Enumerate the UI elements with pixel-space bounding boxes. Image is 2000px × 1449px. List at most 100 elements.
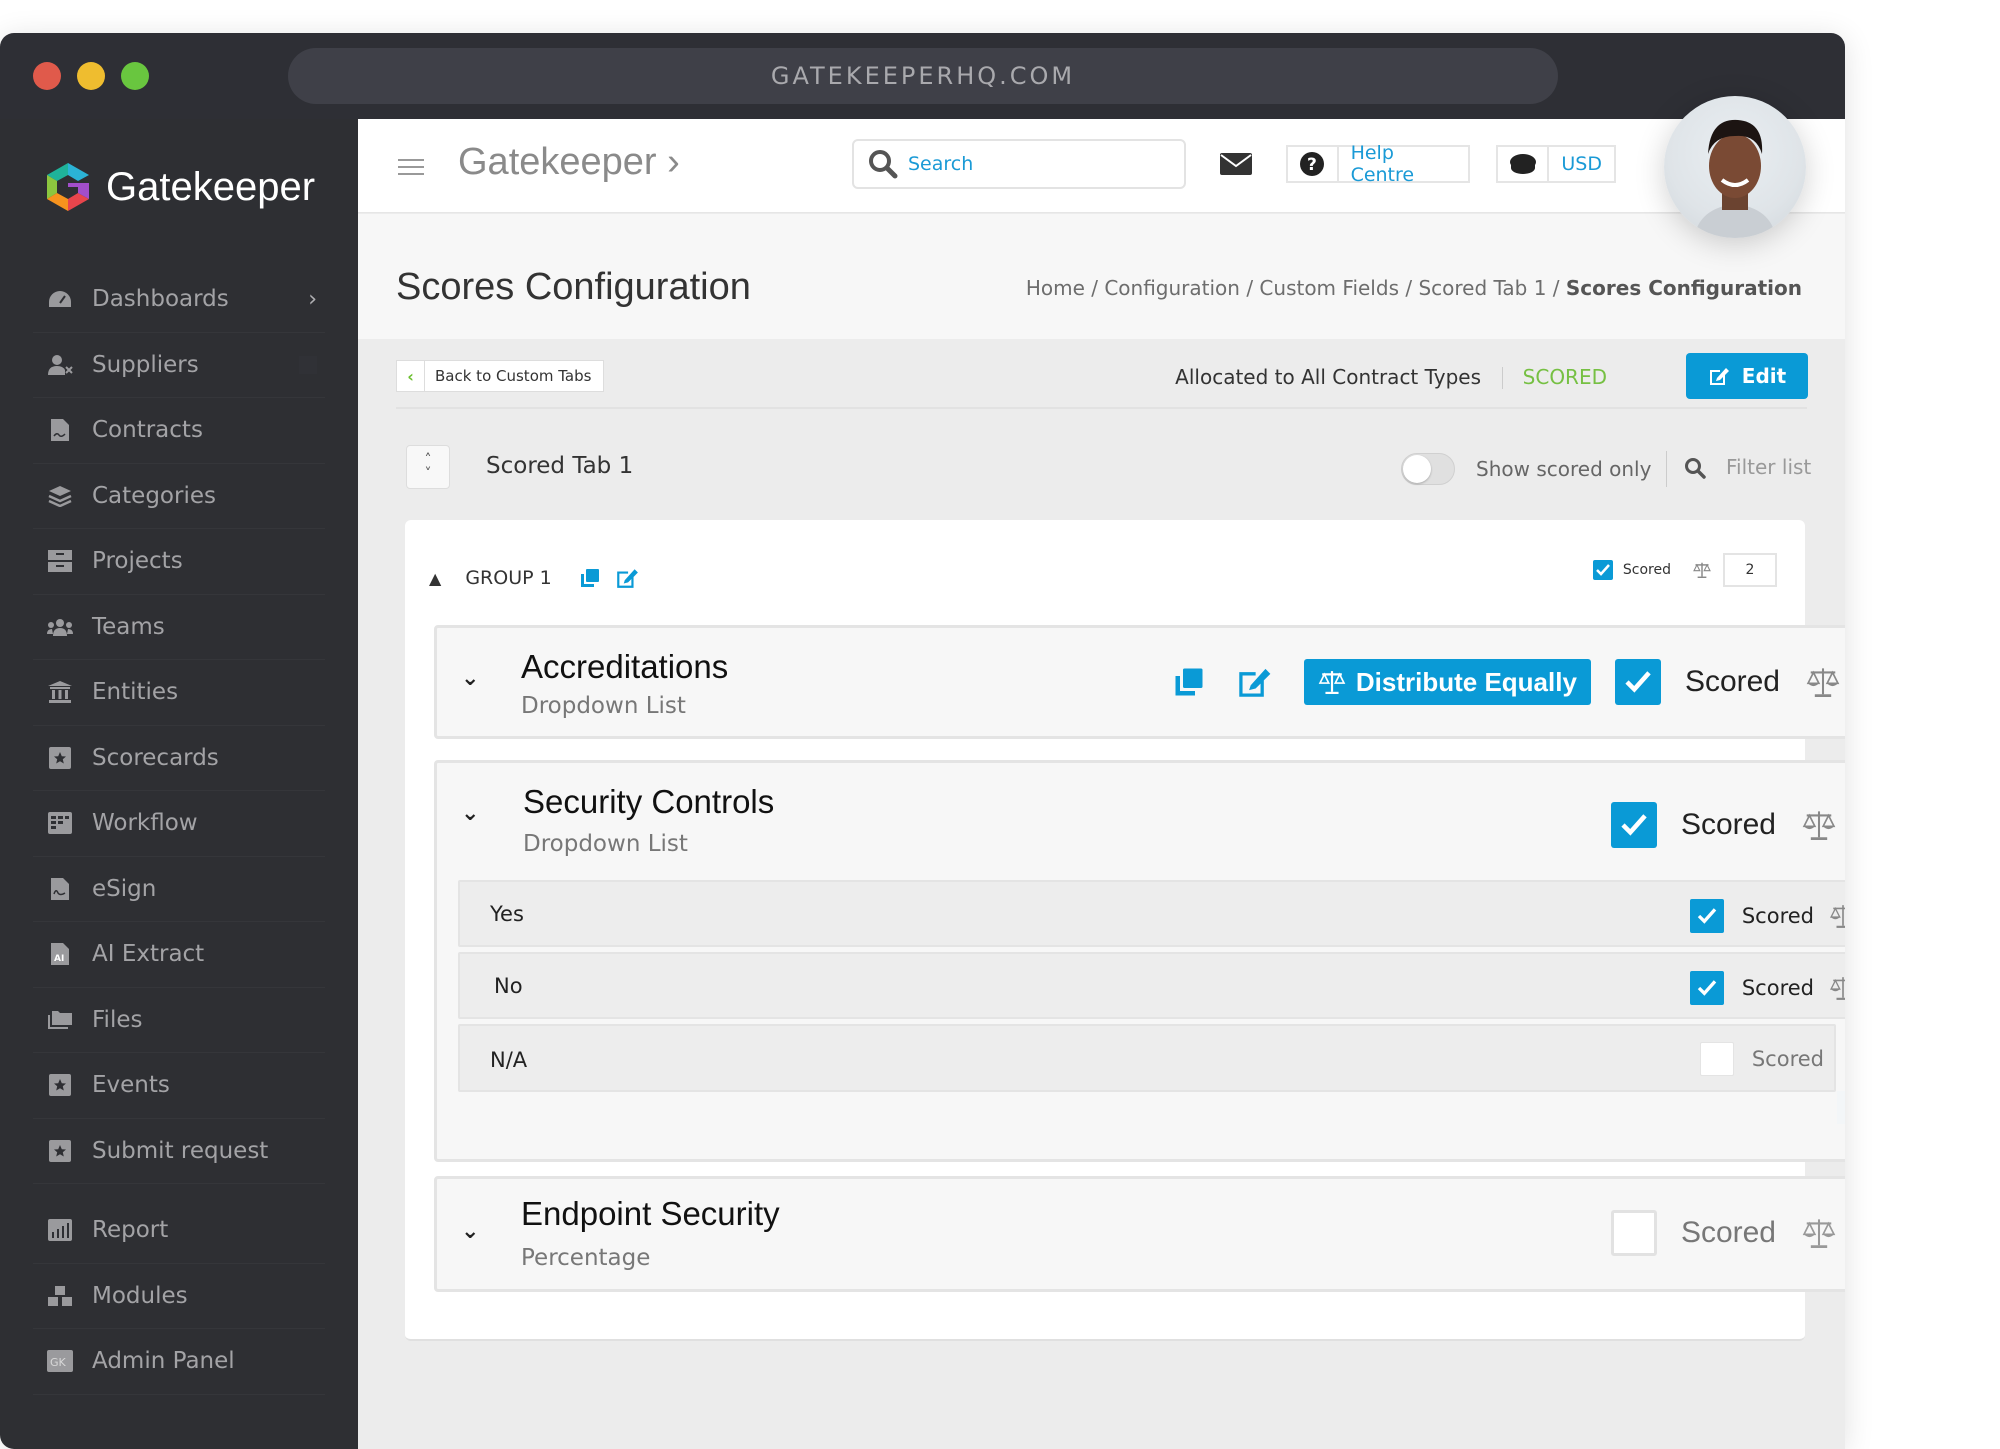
- divider: [1666, 451, 1667, 487]
- status-badge: SCORED: [1522, 365, 1607, 389]
- field-scoring: Scored: [1610, 1199, 1845, 1267]
- group-header: ▲ GROUP 1: [429, 558, 640, 598]
- checkmark-icon: [1697, 980, 1717, 996]
- option-scored-checkbox[interactable]: [1699, 1042, 1734, 1076]
- sidebar-item-dashboards[interactable]: Dashboards ›: [33, 267, 325, 333]
- avatar-photo: [1694, 119, 1776, 238]
- field-card-security-controls: ⌄ Security Controls Dropdown List Scored…: [434, 760, 1845, 1162]
- checkmark-icon: [1596, 564, 1610, 576]
- sidebar-item-label: Report: [92, 1217, 169, 1244]
- sidebar-item-projects[interactable]: Projects: [33, 529, 325, 595]
- star-square-icon: [46, 1138, 74, 1164]
- currency-button[interactable]: USD: [1496, 145, 1616, 183]
- sidebar-item-report[interactable]: Report: [33, 1198, 325, 1264]
- supplier-icon: [46, 352, 74, 378]
- breadcrumb-home[interactable]: Home: [1026, 276, 1085, 300]
- sidebar-item-label: Teams: [92, 613, 165, 640]
- sidebar-item-modules[interactable]: Modules: [33, 1264, 325, 1329]
- breadcrumb-configuration[interactable]: Configuration: [1104, 276, 1240, 300]
- mail-icon[interactable]: [1220, 153, 1252, 175]
- sidebar-item-esign[interactable]: eSign: [33, 857, 325, 922]
- edit-button[interactable]: Edit: [1686, 353, 1808, 399]
- chevron-right-icon: ›: [308, 286, 317, 312]
- breadcrumb-custom-fields[interactable]: Custom Fields: [1259, 276, 1399, 300]
- breadcrumb-separator: /: [1546, 276, 1566, 300]
- sidebar-item-label: Projects: [92, 548, 183, 575]
- contract-icon: [46, 417, 74, 443]
- brand-breadcrumb[interactable]: Gatekeeper ›: [458, 141, 680, 184]
- sidebar-item-label: Events: [92, 1072, 170, 1099]
- logo[interactable]: Gatekeeper: [40, 159, 315, 215]
- sidebar-item-scorecards[interactable]: Scorecards: [33, 726, 325, 791]
- option-scored-checkbox[interactable]: [1689, 971, 1724, 1005]
- ai-file-icon: AI: [46, 941, 74, 967]
- option-scored-label: Scored: [1741, 976, 1814, 1000]
- table-icon: [46, 810, 74, 836]
- checkmark-icon: [1625, 671, 1651, 693]
- page-title-band: Scores Configuration Home / Configuratio…: [358, 214, 1845, 339]
- sidebar-item-admin-panel[interactable]: GK Admin Panel: [33, 1329, 325, 1395]
- search-input[interactable]: [908, 153, 1158, 175]
- option-label: Yes: [490, 902, 524, 926]
- edit-icon[interactable]: [1234, 664, 1274, 700]
- dashboard-icon: [46, 286, 74, 312]
- edit-icon[interactable]: [614, 566, 640, 590]
- user-avatar[interactable]: [1664, 96, 1806, 238]
- search-box[interactable]: [852, 139, 1186, 189]
- distribute-equally-button[interactable]: Distribute Equally: [1303, 659, 1591, 705]
- chevron-down-icon[interactable]: ⌄: [461, 801, 479, 826]
- archive-icon: [46, 548, 74, 574]
- chevron-down-icon[interactable]: ⌄: [461, 666, 479, 691]
- sidebar-item-suppliers[interactable]: Suppliers: [33, 333, 325, 398]
- copy-icon[interactable]: [580, 568, 600, 588]
- sidebar-item-submit-request[interactable]: Submit request: [33, 1119, 325, 1184]
- scored-checkbox[interactable]: [1610, 1210, 1657, 1256]
- scale-icon: [1802, 811, 1836, 840]
- sidebar-item-contracts[interactable]: Contracts: [33, 398, 325, 464]
- group-scored-checkbox[interactable]: [1592, 560, 1613, 580]
- question-circle-icon: ?: [1288, 147, 1339, 181]
- sidebar-item-files[interactable]: Files: [33, 988, 325, 1053]
- sidebar-item-categories[interactable]: Categories: [33, 464, 325, 529]
- scored-checkbox[interactable]: [1614, 659, 1661, 705]
- show-scored-only-toggle[interactable]: [1401, 453, 1455, 485]
- sidebar-item-events[interactable]: Events: [33, 1053, 325, 1119]
- chevron-down-icon[interactable]: ⌄: [461, 1219, 479, 1244]
- field-title: Accreditations: [521, 648, 729, 685]
- minimize-window-button[interactable]: [77, 62, 105, 90]
- sidebar-item-entities[interactable]: Entities: [33, 660, 325, 726]
- group-weight-input[interactable]: [1723, 553, 1777, 587]
- bank-icon: [46, 679, 74, 705]
- sort-handle[interactable]: ˄ ˅: [406, 445, 450, 489]
- scored-checkbox[interactable]: [1610, 802, 1657, 848]
- scored-label: Scored: [1680, 1216, 1776, 1249]
- url-bar[interactable]: GATEKEEPERHQ.COM: [288, 48, 1558, 104]
- option-label: No: [494, 974, 523, 998]
- tab-title: Scored Tab 1: [486, 453, 634, 479]
- show-scored-only-label: Show scored only: [1476, 457, 1652, 481]
- maximize-window-button[interactable]: [121, 62, 149, 90]
- sidebar-item-workflow[interactable]: Workflow: [33, 791, 325, 857]
- field-type: Percentage: [521, 1245, 651, 1271]
- copy-icon[interactable]: [1174, 667, 1204, 697]
- sidebar-item-ai-extract[interactable]: AI AI Extract: [33, 922, 325, 988]
- breadcrumb-current: Scores Configuration: [1565, 276, 1802, 300]
- scale-icon: [1830, 977, 1845, 1000]
- field-scoring: Scored: [1610, 791, 1845, 859]
- help-centre-button[interactable]: ? Help Centre: [1286, 142, 1470, 186]
- filter-list-input[interactable]: [1726, 455, 1816, 479]
- option-scoring: Scored: [1689, 892, 1845, 940]
- option-scored-label: Scored: [1751, 1047, 1824, 1071]
- back-to-custom-tabs-button[interactable]: ‹ Back to Custom Tabs: [396, 360, 605, 392]
- hamburger-menu-icon[interactable]: [398, 159, 424, 175]
- option-scored-checkbox[interactable]: [1689, 899, 1724, 933]
- option-row-na: N/A Scored: [458, 1024, 1836, 1092]
- breadcrumb-scored-tab[interactable]: Scored Tab 1: [1418, 276, 1546, 300]
- group-scoring: Scored: [1592, 553, 1777, 587]
- sidebar-item-teams[interactable]: Teams: [33, 595, 325, 660]
- close-window-button[interactable]: [33, 62, 61, 90]
- scored-label: Scored: [1680, 808, 1776, 841]
- breadcrumb-separator: /: [1084, 276, 1105, 300]
- chevron-up-icon[interactable]: ▲: [429, 569, 441, 588]
- checkmark-icon: [1621, 814, 1647, 836]
